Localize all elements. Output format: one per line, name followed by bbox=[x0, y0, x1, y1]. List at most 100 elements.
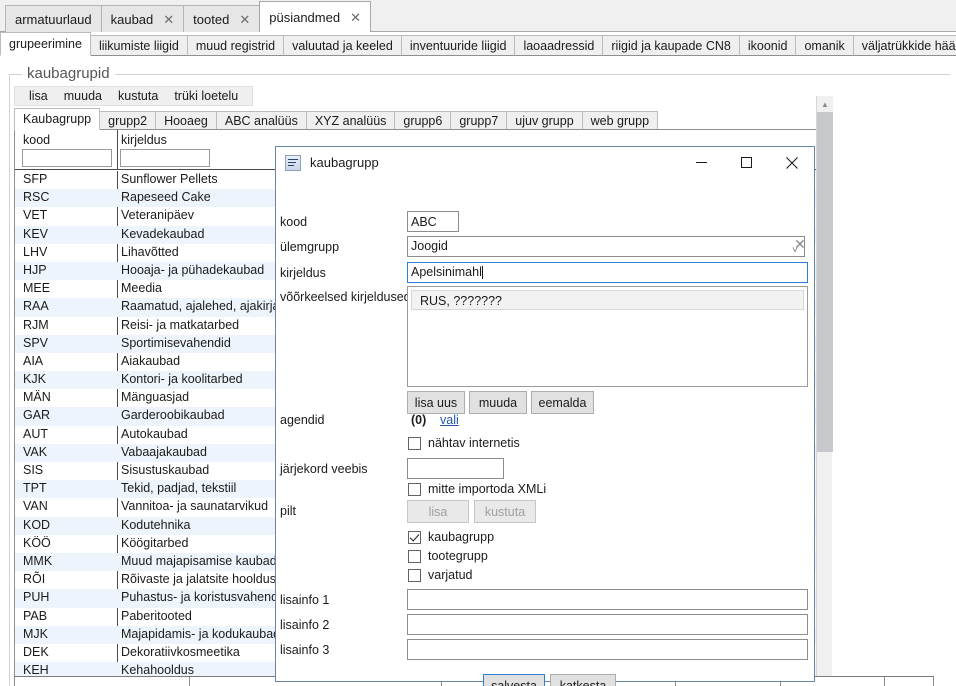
cell-kirjeldus: Hooaja- ja pühadekaubad bbox=[121, 262, 265, 277]
inner-tab-grupp6[interactable]: grupp6 bbox=[394, 111, 452, 130]
eemalda-button[interactable]: eemalda bbox=[531, 391, 594, 414]
inner-tab-label: Hooaeg bbox=[164, 113, 208, 128]
inner-tab-web-grupp[interactable]: web grupp bbox=[581, 111, 659, 130]
module-tab-muud-registrid[interactable]: muud registrid bbox=[186, 35, 285, 56]
pilt-lisa-button[interactable]: lisa bbox=[407, 500, 469, 523]
cell-kirjeldus: Kodutehnika bbox=[121, 517, 191, 532]
close-icon[interactable]: ✕ bbox=[163, 13, 174, 26]
cell-kood: RSC bbox=[23, 190, 50, 205]
mitte-importoda-xmli-checkbox[interactable]: mitte importoda XMLi bbox=[408, 482, 546, 496]
pilt-kustuta-button[interactable]: kustuta bbox=[474, 500, 536, 523]
checkbox-box[interactable] bbox=[408, 482, 421, 496]
inner-tab-hooaeg[interactable]: Hooaeg bbox=[155, 111, 217, 130]
cell-kood: VET bbox=[23, 208, 48, 223]
action-kustuta[interactable]: kustuta bbox=[110, 89, 166, 103]
maximize-icon[interactable] bbox=[724, 147, 769, 178]
cell-kirjeldus: Veteranipäev bbox=[121, 208, 194, 223]
text-caret bbox=[481, 266, 483, 279]
dialog-title-bar[interactable]: kaubagrupp bbox=[276, 147, 814, 178]
inner-tab-abc-analüüs[interactable]: ABC analüüs bbox=[215, 111, 307, 130]
voorkeelsed-listbox[interactable]: RUS, ??????? bbox=[407, 286, 808, 387]
module-tab-label: laoaadressid bbox=[523, 38, 595, 53]
cell-kood: KEH bbox=[23, 663, 49, 678]
cell-kirjeldus: Autokaubad bbox=[121, 426, 188, 441]
inner-tab-ujuv-grupp[interactable]: ujuv grupp bbox=[506, 111, 583, 130]
module-tab-strip: grupeerimine liikumiste liigid muud regist… bbox=[0, 32, 956, 56]
lisainfo-1-input[interactable] bbox=[407, 589, 808, 610]
lisainfo-3-input[interactable] bbox=[407, 639, 808, 660]
column-header-kirjeldus: kirjeldus bbox=[121, 133, 167, 147]
close-icon[interactable]: ✕ bbox=[350, 11, 361, 24]
module-tab-label: liikumiste liigid bbox=[98, 38, 179, 53]
cell-kirjeldus: Paberitooted bbox=[121, 608, 192, 623]
checkbox-box[interactable] bbox=[408, 530, 421, 544]
salvesta-button[interactable]: salvesta bbox=[483, 674, 545, 686]
inner-tab-label: grupp7 bbox=[459, 113, 499, 128]
close-icon[interactable]: ✕ bbox=[239, 13, 250, 26]
muuda-button[interactable]: muuda bbox=[469, 391, 527, 414]
browser-tab-tooted[interactable]: tooted ✕ bbox=[183, 5, 261, 32]
module-tab-inventuuride-liigid[interactable]: inventuuride liigid bbox=[400, 35, 516, 56]
column-header-kood: kood bbox=[23, 133, 51, 147]
browser-tab-label: kaubad bbox=[110, 11, 154, 27]
cell-kirjeldus: Kontori- ja koolitarbed bbox=[121, 372, 243, 387]
module-tab-label: muud registrid bbox=[195, 38, 276, 53]
action-trüki-loetelu[interactable]: trüki loetelu bbox=[166, 89, 246, 103]
browser-tab-kaubad[interactable]: kaubad ✕ bbox=[100, 5, 185, 32]
module-tab-ikoonid[interactable]: ikoonid bbox=[738, 35, 797, 56]
checkbox-box[interactable] bbox=[408, 568, 421, 582]
kirjeldus-input[interactable]: Apelsinimahl bbox=[407, 262, 808, 283]
action-muuda[interactable]: muuda bbox=[56, 89, 110, 103]
module-tab-riigid-ja-kaupade-cn8[interactable]: riigid ja kaupade CN8 bbox=[602, 35, 740, 56]
scrollbar-thumb[interactable] bbox=[817, 112, 833, 452]
inner-tab-grupp7[interactable]: grupp7 bbox=[450, 111, 508, 130]
action-lisa[interactable]: lisa bbox=[21, 89, 56, 103]
lisainfo-2-input[interactable] bbox=[407, 614, 808, 635]
cell-kirjeldus: Puhastus- ja koristusvahendid bbox=[121, 590, 288, 605]
scroll-up-icon[interactable]: ▲ bbox=[817, 96, 833, 112]
checkbox-box[interactable] bbox=[408, 436, 421, 450]
cell-kirjeldus: Dekoratiivkosmeetika bbox=[121, 644, 240, 659]
inner-tab-xyz-analüüs[interactable]: XYZ analüüs bbox=[305, 111, 396, 130]
inner-tab-kaubagrupp[interactable]: Kaubagrupp bbox=[14, 108, 101, 130]
katkesta-button[interactable]: katkesta bbox=[550, 674, 616, 686]
browser-tab-strip: armatuurlaud kaubad ✕ tooted ✕ püsiandmed ✕ bbox=[0, 0, 956, 32]
kood-input[interactable] bbox=[407, 211, 459, 232]
grid-vertical-scrollbar[interactable]: ▲ bbox=[816, 96, 833, 686]
filter-input-kood[interactable] bbox=[22, 149, 112, 167]
minimize-icon[interactable] bbox=[679, 147, 724, 178]
kaubagrupp-checkbox[interactable]: kaubagrupp bbox=[408, 530, 494, 544]
cell-kood: PAB bbox=[23, 608, 48, 623]
browser-tab-püsiandmed[interactable]: püsiandmed ✕ bbox=[259, 1, 371, 32]
inner-tab-strip: Kaubagrupp grupp2 Hooaeg ABC analüüs XYZ ana… bbox=[14, 108, 934, 130]
ulemgrupp-combobox[interactable]: Joogid ˅ bbox=[407, 236, 805, 257]
inner-tab-grupp2[interactable]: grupp2 bbox=[99, 111, 157, 130]
lisa-uus-button[interactable]: lisa uus bbox=[407, 391, 465, 414]
browser-tab-armatuurlaud[interactable]: armatuurlaud bbox=[5, 5, 102, 32]
list-item[interactable]: RUS, ??????? bbox=[411, 290, 804, 310]
module-tab-label: omanik bbox=[804, 38, 845, 53]
cell-kood: KOD bbox=[23, 517, 51, 532]
cell-kood: MJK bbox=[23, 626, 48, 641]
varjatud-checkbox[interactable]: varjatud bbox=[408, 568, 472, 582]
label-pilt: pilt bbox=[280, 504, 296, 518]
kirjeldus-value: Apelsinimahl bbox=[411, 265, 482, 279]
close-icon[interactable] bbox=[769, 147, 814, 178]
module-tab-väljatrükkide-häälestused[interactable]: väljatrükkide häälestused bbox=[852, 35, 956, 56]
cell-kood: RÕI bbox=[23, 572, 46, 587]
tootegrupp-checkbox[interactable]: tootegrupp bbox=[408, 549, 488, 563]
module-tab-liikumiste-liigid[interactable]: liikumiste liigid bbox=[89, 35, 188, 56]
module-tab-omanik[interactable]: omanik bbox=[795, 35, 854, 56]
checkbox-box[interactable] bbox=[408, 549, 421, 563]
jarjekord-veebis-input[interactable] bbox=[407, 458, 504, 479]
agendid-vali-link[interactable]: vali bbox=[440, 413, 459, 427]
ulemgrupp-clear-icon[interactable]: ✕ bbox=[794, 236, 806, 253]
nahtav-internetis-checkbox[interactable]: nähtav internetis bbox=[408, 436, 520, 450]
cell-kood: PUH bbox=[23, 590, 50, 605]
grid-column-separator bbox=[14, 677, 15, 686]
module-tab-label: riigid ja kaupade CN8 bbox=[611, 38, 731, 53]
filter-input-kirjeldus[interactable] bbox=[120, 149, 210, 167]
module-tab-valuutad-ja-keeled[interactable]: valuutad ja keeled bbox=[283, 35, 402, 56]
module-tab-laoaadressid[interactable]: laoaadressid bbox=[514, 35, 604, 56]
module-tab-grupeerimine[interactable]: grupeerimine bbox=[0, 32, 91, 56]
